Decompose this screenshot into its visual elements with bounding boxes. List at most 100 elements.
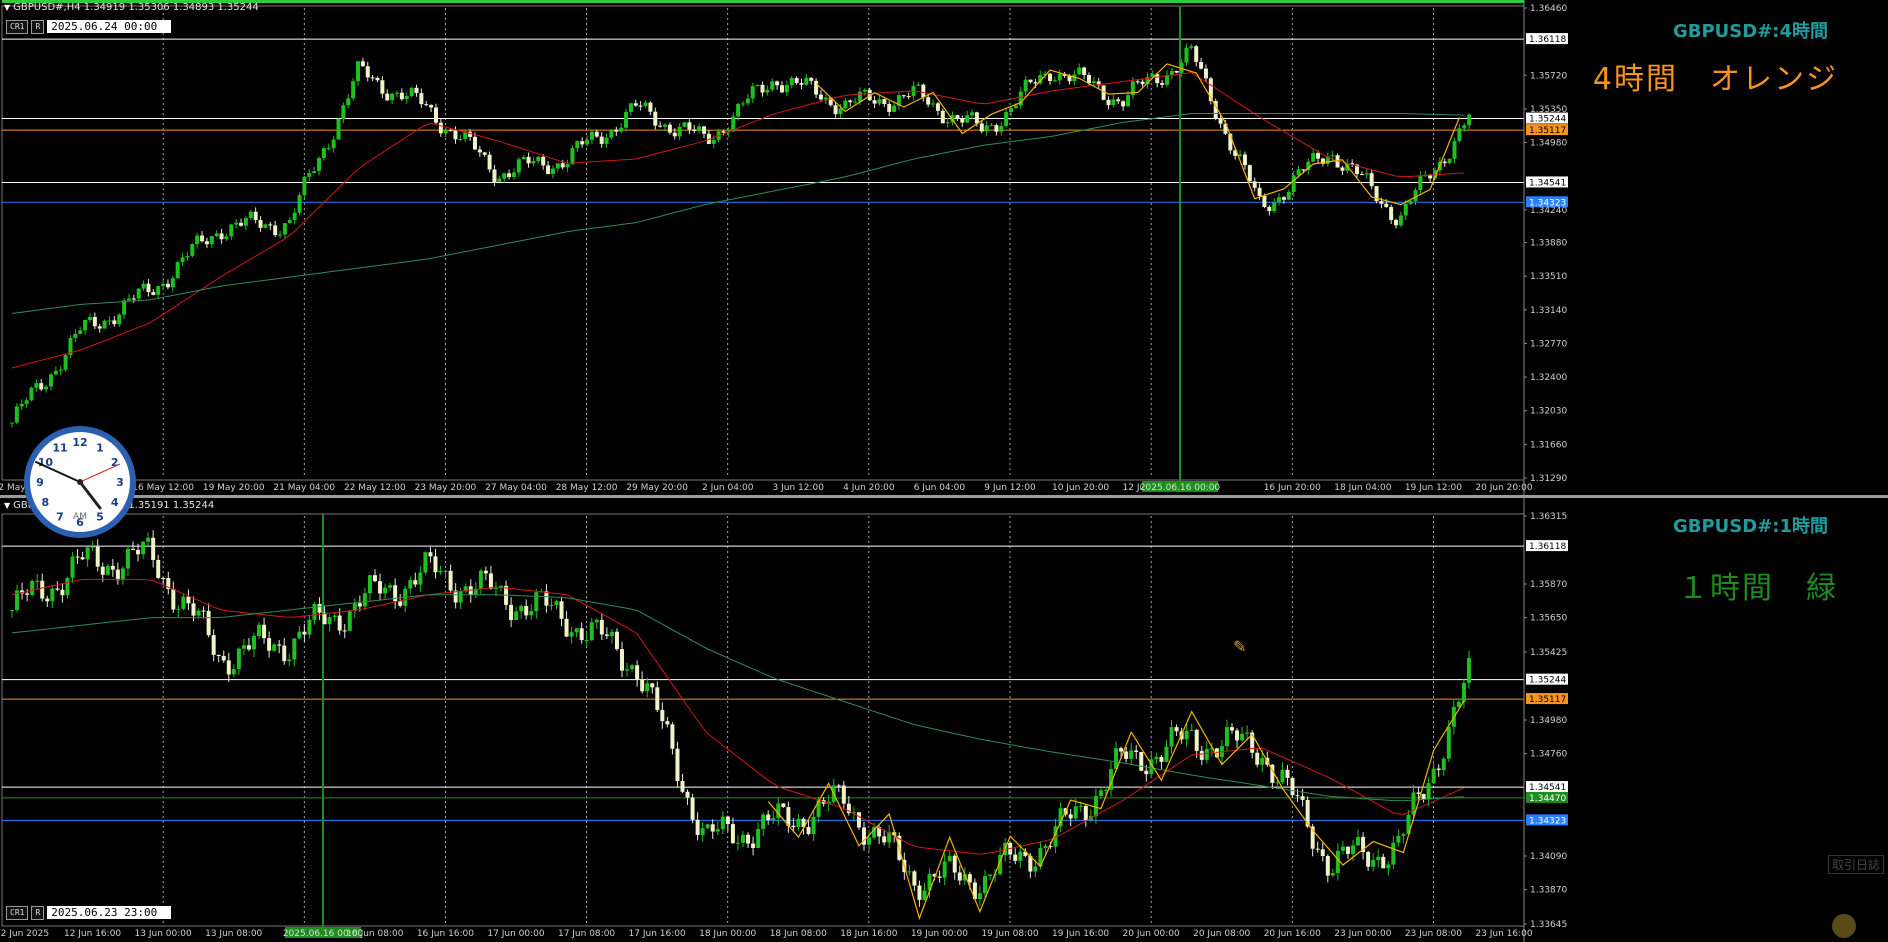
plot-frame (1, 5, 1525, 481)
candle-body (999, 125, 1004, 132)
candle-body (200, 235, 205, 242)
x-tick-label: 18 Jun 04:00 (1334, 483, 1391, 493)
collapse-triangle-icon[interactable]: ▼ (4, 501, 10, 510)
candle-body (1281, 197, 1286, 200)
candle-body (979, 123, 984, 132)
candle-body (982, 875, 987, 894)
candle-body (1356, 836, 1361, 846)
candle-body (609, 129, 614, 138)
candle-body (1379, 201, 1384, 204)
candle-body (453, 130, 458, 140)
candle-body (1391, 842, 1396, 865)
candle-body (609, 631, 614, 636)
y-tick-label: 1.33140 (1530, 306, 1567, 316)
y-tick-label: 1.34760 (1530, 750, 1567, 760)
candle-body (1411, 792, 1416, 815)
candle-body (1441, 758, 1446, 771)
candle-body (351, 81, 356, 99)
h1-date-field[interactable]: 2025.06.23 23:00 (47, 906, 172, 919)
h4-chart-pane[interactable]: 1.36460 1.36118 1.35720 1.35350 1.35244 1.351… (0, 0, 1888, 495)
candle-body (628, 103, 633, 112)
candle-body (1290, 777, 1295, 796)
candle-body (1315, 848, 1320, 850)
candle-body (531, 161, 536, 164)
candle-body (110, 565, 115, 570)
h4-cr-button[interactable]: CR1 (6, 19, 29, 34)
candle-body (625, 669, 630, 671)
candle-body (814, 80, 819, 95)
price-label-text: 1.34541 (1529, 178, 1566, 188)
candle-body (1018, 851, 1023, 861)
candle-body (433, 556, 438, 573)
h1-chart-pane[interactable]: 1.36315 1.36118 1.35870 1.35650 1.35425 1.352… (0, 498, 1888, 942)
candle-body (272, 644, 277, 651)
candle-body (887, 104, 892, 112)
h4-date-field[interactable]: 2025.06.24 00:00 (47, 20, 172, 33)
candle-body (994, 125, 999, 132)
candle-body (1431, 768, 1436, 784)
candle-body (585, 139, 590, 145)
candle-body (357, 603, 362, 607)
candle-body (1013, 105, 1018, 108)
clock-ampm: AM (73, 512, 87, 522)
candle-body (1369, 173, 1374, 187)
candle-body (770, 81, 775, 90)
candle-body (1398, 215, 1403, 226)
x-tick-label: 23 Jun 16:00 (1475, 929, 1532, 939)
candle-body (1461, 682, 1466, 702)
candle-body (1111, 99, 1116, 106)
candle-body (186, 596, 191, 604)
candle-body (799, 82, 804, 85)
candle-body (1033, 82, 1038, 84)
candle-body (409, 87, 414, 96)
candle-body (214, 233, 219, 237)
analog-clock-widget[interactable]: 12 1234567891011 AM (22, 424, 138, 540)
candle-body (746, 834, 751, 844)
candle-body (1129, 750, 1134, 759)
candle-body (53, 370, 58, 375)
clock-number: 3 (116, 476, 124, 489)
y-tick-label: 1.35720 (1530, 71, 1567, 81)
y-tick-label: 1.31660 (1530, 440, 1567, 450)
candle-body (853, 101, 858, 103)
x-tick-label: 17 Jun 00:00 (487, 929, 544, 939)
candle-body (1194, 729, 1199, 751)
candle-body (823, 97, 828, 100)
candle-body (1083, 806, 1088, 821)
candle-body (1394, 219, 1399, 226)
collapse-triangle-icon[interactable]: ▼ (4, 3, 10, 12)
candle-body (404, 95, 409, 100)
candle-body (555, 163, 560, 169)
candle-body (287, 220, 292, 224)
candle-body (862, 89, 867, 92)
candle-body (960, 118, 965, 123)
candle-body (25, 593, 30, 595)
candle-body (682, 122, 687, 127)
candle-body (1413, 190, 1418, 202)
candle-body (326, 148, 331, 150)
y-tick-label: 1.36315 (1530, 512, 1567, 522)
candle-body (1447, 158, 1452, 164)
candle-body (580, 141, 585, 145)
h4-r-button[interactable]: R (31, 19, 45, 34)
candle-body (497, 178, 502, 182)
candle-body (175, 262, 180, 279)
candle-body (546, 165, 551, 175)
candle-body (185, 255, 190, 258)
candle-body (278, 234, 283, 236)
candle-body (85, 547, 90, 560)
h1-r-button[interactable]: R (31, 905, 45, 920)
candle-body (1316, 153, 1321, 159)
candle-body (680, 781, 685, 792)
candle-body (725, 816, 730, 825)
candle-body (690, 797, 695, 820)
long-moving-average-line (11, 113, 1465, 314)
candle-body (1359, 174, 1364, 176)
candle-body (1285, 769, 1290, 778)
h1-cr-button[interactable]: CR1 (6, 905, 29, 920)
h1-chart-canvas[interactable]: 1.36315 1.36118 1.35870 1.35650 1.35425 1.352… (0, 498, 1888, 942)
candle-body (736, 103, 741, 117)
candle-body (564, 618, 569, 637)
clock-number: 5 (96, 511, 104, 524)
x-tick-label: 13 Jun 08:00 (205, 929, 262, 939)
